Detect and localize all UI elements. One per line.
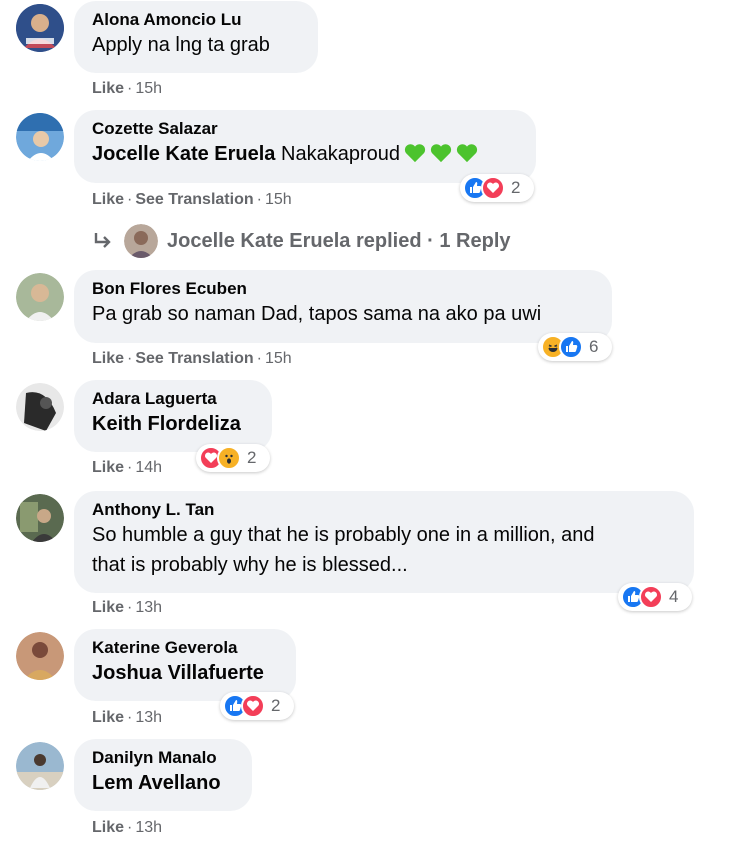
avatar[interactable] — [16, 383, 64, 431]
timestamp[interactable]: 13h — [135, 599, 162, 616]
separator: · — [256, 350, 262, 367]
comment-bubble: Danilyn Manalo Lem Avellano — [74, 739, 252, 811]
timestamp[interactable]: 13h — [135, 709, 162, 726]
reaction-count: 4 — [669, 587, 679, 606]
separator: · — [127, 819, 133, 836]
mention-link[interactable]: Lem Avellano — [92, 768, 232, 798]
comment-actions: Like · 14h — [92, 458, 162, 478]
separator: · — [127, 459, 133, 476]
comment-author[interactable]: Danilyn Manalo — [92, 748, 232, 768]
comment-bubble: Cozette Salazar Jocelle Kate Eruela Naka… — [74, 110, 536, 183]
mention-link[interactable]: Keith Flordeliza — [92, 409, 252, 439]
avatar[interactable] — [16, 632, 64, 680]
love-reaction-icon — [639, 585, 663, 609]
see-translation-button[interactable]: See Translation — [135, 191, 253, 208]
like-button[interactable]: Like — [92, 191, 124, 208]
comment-bubble: Anthony L. Tan So humble a guy that he i… — [74, 491, 694, 593]
love-reaction-icon — [241, 694, 265, 718]
green-heart-icon — [456, 142, 478, 172]
avatar[interactable] — [16, 4, 64, 52]
comment-author[interactable]: Alona Amoncio Lu — [92, 10, 298, 30]
reaction-count: 2 — [271, 696, 281, 715]
comment-bubble: Adara Laguerta Keith Flordeliza — [74, 380, 272, 452]
comment-bubble: Katerine Geverola Joshua Villafuerte — [74, 629, 296, 701]
avatar[interactable] — [16, 494, 64, 542]
comment-bubble: Bon Flores Ecuben Pa grab so naman Dad, … — [74, 270, 612, 343]
comment-actions: Like · 13h — [92, 598, 162, 618]
timestamp[interactable]: 14h — [135, 459, 162, 476]
reaction-summary[interactable]: 6 — [538, 333, 612, 361]
timestamp[interactable]: 13h — [135, 819, 162, 836]
comment-text-line: that is probably why he is blessed... — [92, 554, 408, 576]
avatar — [124, 224, 158, 258]
separator: · — [127, 350, 133, 367]
avatar[interactable] — [16, 273, 64, 321]
reply-label: replied — [356, 229, 422, 252]
reaction-count: 2 — [247, 448, 257, 467]
comment-author[interactable]: Adara Laguerta — [92, 389, 252, 409]
separator: · — [427, 229, 434, 252]
comment-actions: Like · See Translation · 15h — [92, 190, 292, 210]
see-translation-button[interactable]: See Translation — [135, 350, 253, 367]
separator: · — [127, 709, 133, 726]
like-button[interactable]: Like — [92, 819, 124, 836]
timestamp[interactable]: 15h — [135, 80, 162, 97]
reply-arrow-icon — [94, 233, 111, 248]
comment-actions: Like · See Translation · 15h — [92, 349, 292, 369]
comment-actions: Like · 13h — [92, 708, 162, 728]
comment-author[interactable]: Bon Flores Ecuben — [92, 279, 592, 299]
reaction-summary[interactable]: 2 — [460, 174, 534, 202]
reply-count: 1 Reply — [439, 229, 511, 252]
comment-author[interactable]: Cozette Salazar — [92, 119, 516, 139]
like-button[interactable]: Like — [92, 459, 124, 476]
comment-author[interactable]: Anthony L. Tan — [92, 500, 674, 520]
separator: · — [127, 599, 133, 616]
like-button[interactable]: Like — [92, 80, 124, 97]
love-reaction-icon — [481, 176, 505, 200]
comment-actions: Like · 15h — [92, 79, 162, 99]
timestamp[interactable]: 15h — [265, 350, 292, 367]
separator: · — [256, 191, 262, 208]
reaction-summary[interactable]: 2 — [220, 692, 294, 720]
reaction-summary[interactable]: 2 — [196, 444, 270, 472]
comment-text: Pa grab so naman Dad, tapos sama na ako … — [92, 303, 542, 325]
timestamp[interactable]: 15h — [265, 191, 292, 208]
reply-author: Jocelle Kate Eruela — [167, 229, 351, 252]
comment-body: Nakakaproud — [281, 143, 400, 165]
mention-link[interactable]: Joshua Villafuerte — [92, 658, 276, 688]
reaction-count: 2 — [511, 178, 521, 197]
comment-author[interactable]: Katerine Geverola — [92, 638, 276, 658]
wow-reaction-icon — [217, 446, 241, 470]
comment-bubble: Alona Amoncio Lu Apply na lng ta grab — [74, 1, 318, 73]
separator: · — [127, 191, 133, 208]
comment-text-line: So humble a guy that he is probably one … — [92, 524, 595, 546]
like-button[interactable]: Like — [92, 709, 124, 726]
comment-text: Apply na lng ta grab — [92, 34, 270, 56]
like-button[interactable]: Like — [92, 350, 124, 367]
reaction-count: 6 — [589, 337, 599, 356]
view-replies-link[interactable]: Jocelle Kate Eruela replied · 1 Reply — [92, 224, 511, 258]
avatar[interactable] — [16, 742, 64, 790]
like-button[interactable]: Like — [92, 599, 124, 616]
green-heart-icon — [430, 142, 452, 172]
green-heart-icon — [404, 142, 426, 172]
separator: · — [127, 80, 133, 97]
comment-actions: Like · 13h — [92, 818, 162, 838]
like-reaction-icon — [559, 335, 583, 359]
reaction-summary[interactable]: 4 — [618, 583, 692, 611]
avatar[interactable] — [16, 113, 64, 161]
mention-link[interactable]: Jocelle Kate Eruela — [92, 143, 275, 165]
comment-text: Jocelle Kate Eruela Nakakaproud — [92, 139, 516, 172]
